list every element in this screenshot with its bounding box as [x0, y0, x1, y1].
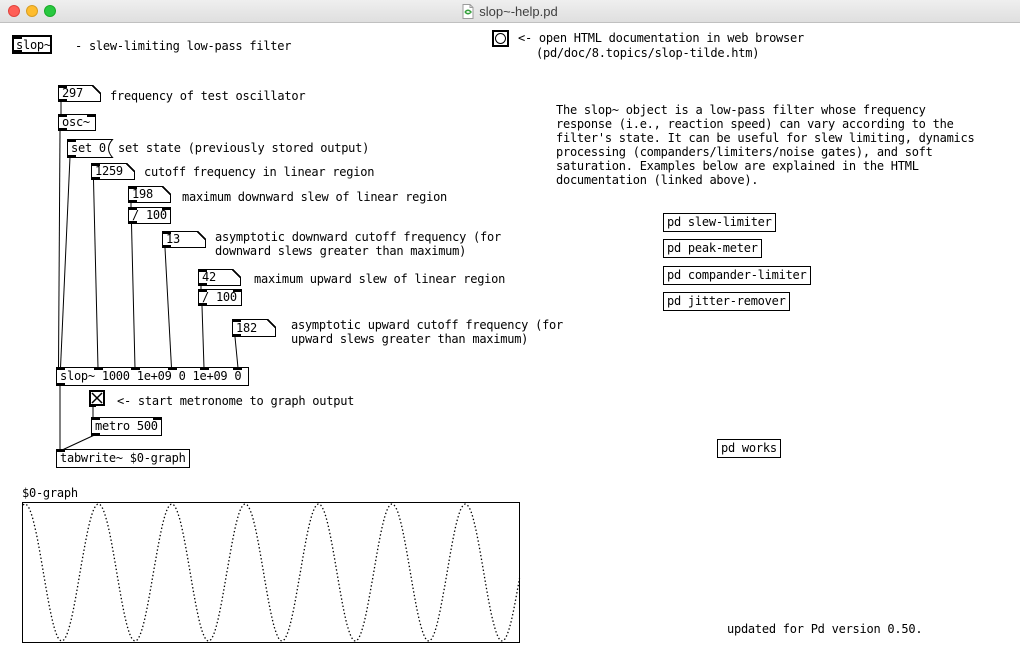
inlet-stub	[168, 367, 177, 370]
graph-label: $0-graph	[22, 486, 78, 500]
subpatch-label: pd compander-limiter	[667, 268, 807, 282]
tabwrite-object: tabwrite~ $0-graph	[56, 449, 190, 468]
number-box-frequency[interactable]: 297	[58, 85, 101, 102]
subpatch-label: pd peak-meter	[667, 241, 758, 255]
inlet-stub	[233, 367, 242, 370]
number-box-down-slew[interactable]: 198	[128, 186, 171, 203]
subpatch-label: pd slew-limiter	[667, 215, 772, 229]
divide-object-1: / 100	[128, 207, 171, 224]
comment-down-slew: maximum downward slew of linear region	[182, 190, 447, 204]
subpatch-jitter-remover[interactable]: pd jitter-remover	[663, 292, 790, 311]
header-description: - slew-limiting low-pass filter	[75, 39, 291, 53]
metro-object: metro 500	[91, 417, 162, 436]
outlet-stub	[128, 200, 137, 203]
up-slew-value: 42	[202, 270, 216, 284]
comment-frequency: frequency of test oscillator	[110, 89, 305, 103]
slop-filter-object: slop~ 1000 1e+09 0 1e+09 0	[56, 367, 249, 386]
comment-up-cutoff: asymptotic upward cutoff frequency (for …	[291, 318, 563, 346]
subpatch-slew-limiter[interactable]: pd slew-limiter	[663, 213, 776, 232]
bang-circle-icon	[495, 33, 506, 44]
set-message[interactable]: set 0	[71, 141, 106, 155]
subpatch-peak-meter[interactable]: pd peak-meter	[663, 239, 762, 258]
titlebar: slop~-help.pd	[0, 0, 1020, 23]
doc-link-line2: (pd/doc/8.topics/slop-tilde.htm)	[536, 46, 759, 60]
toggle-x-icon	[91, 392, 103, 404]
window-title-area: slop~-help.pd	[0, 0, 1020, 22]
pd-file-icon	[462, 4, 474, 19]
description-paragraph: The slop~ object is a low-pass filter wh…	[556, 103, 974, 187]
osc-label: osc~	[62, 115, 90, 129]
subpatch-works[interactable]: pd works	[717, 439, 781, 458]
cutoff-value: 1259	[95, 164, 123, 178]
divide-label: / 100	[202, 290, 237, 304]
window-title: slop~-help.pd	[479, 4, 557, 19]
comment-cutoff: cutoff frequency in linear region	[144, 165, 374, 179]
sine-waveform	[23, 504, 520, 641]
doc-link-line1: <- open HTML documentation in web browse…	[518, 31, 804, 45]
subpatch-label: pd jitter-remover	[667, 294, 786, 308]
down-slew-value: 198	[132, 187, 153, 201]
inlet-stub	[200, 367, 209, 370]
frequency-value: 297	[62, 86, 83, 100]
inlet-stub	[87, 114, 96, 117]
divide-object-2: / 100	[198, 289, 242, 306]
up-cutoff-value: 182	[236, 321, 257, 335]
outlet-stub	[198, 283, 207, 286]
open-docs-bang[interactable]	[492, 30, 509, 47]
number-box-down-cutoff[interactable]: 13	[162, 231, 206, 248]
metronome-toggle[interactable]	[89, 390, 105, 406]
footer-version-note: updated for Pd version 0.50.	[727, 622, 922, 636]
inlet-stub	[153, 417, 162, 420]
down-cutoff-value: 13	[166, 232, 180, 246]
inlet-stub	[233, 289, 242, 292]
comment-toggle: <- start metronome to graph output	[117, 394, 354, 408]
inlet-stub	[162, 207, 171, 210]
comment-down-cutoff: asymptotic downward cutoff frequency (fo…	[215, 230, 501, 258]
outlet-stub	[58, 99, 67, 102]
number-box-cutoff[interactable]: 1259	[91, 163, 135, 180]
slop-args-label: slop~ 1000 1e+09 0 1e+09 0	[60, 369, 241, 383]
number-box-up-cutoff[interactable]: 182	[232, 319, 276, 337]
inlet-stub	[94, 367, 103, 370]
comment-set-state: set state (previously stored output)	[118, 141, 369, 155]
slop-object-box: slop~	[12, 35, 52, 54]
subpatch-compander-limiter[interactable]: pd compander-limiter	[663, 266, 811, 285]
divide-label: / 100	[132, 208, 167, 222]
outlet-stub	[89, 404, 96, 407]
number-box-up-slew[interactable]: 42	[198, 269, 241, 286]
comment-up-slew: maximum upward slew of linear region	[254, 272, 505, 286]
outlet-stub	[232, 334, 241, 337]
inlet-stub	[131, 367, 140, 370]
metro-label: metro 500	[95, 419, 158, 433]
slop-object-label: slop~	[16, 38, 51, 52]
outlet-stub	[91, 177, 100, 180]
outlet-stub	[162, 245, 171, 248]
waveform-graph	[23, 503, 520, 643]
subpatch-label: pd works	[721, 441, 777, 455]
tabwrite-label: tabwrite~ $0-graph	[60, 451, 186, 465]
osc-object: osc~	[58, 114, 96, 131]
